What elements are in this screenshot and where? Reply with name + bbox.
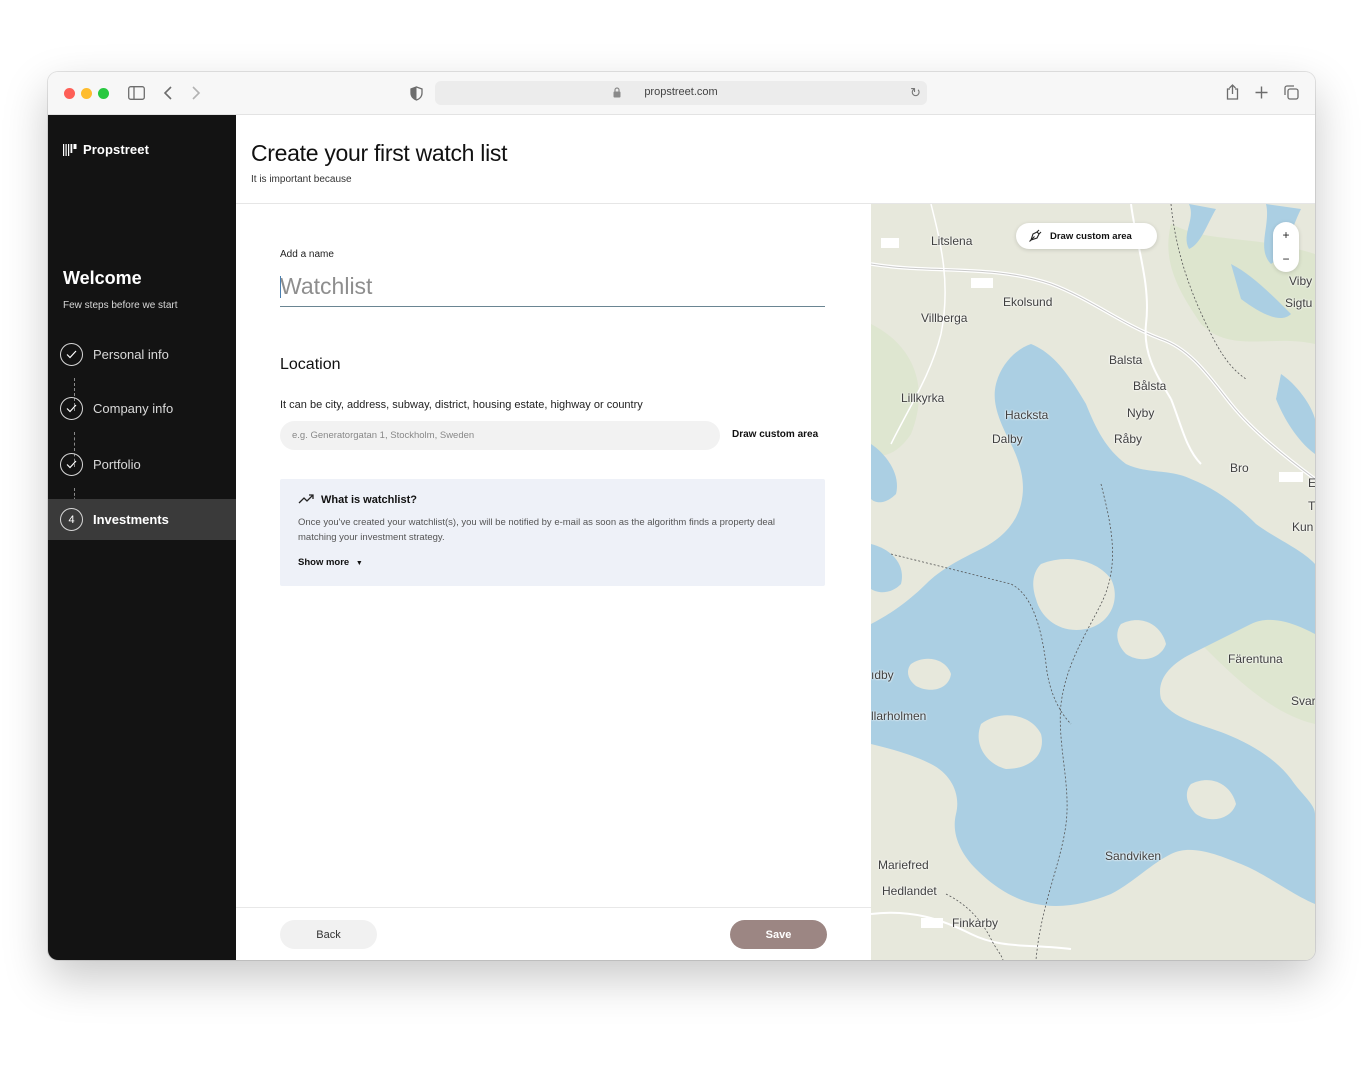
map-place-label: Svar xyxy=(1291,694,1315,708)
check-icon xyxy=(60,343,83,366)
page-subtitle: It is important because xyxy=(251,174,352,185)
step-number: 4 xyxy=(60,508,83,531)
zoom-out-button[interactable]: − xyxy=(1273,252,1299,266)
map-place-label: Hedlandet xyxy=(882,884,937,898)
step-company-info[interactable]: Company info xyxy=(48,388,236,429)
map-draw-custom-area-button[interactable]: Draw custom area xyxy=(1016,223,1157,249)
location-title: Location xyxy=(280,356,341,373)
map-place-label: Färentuna xyxy=(1228,652,1283,666)
map-place-label: T xyxy=(1308,499,1315,513)
close-window-button[interactable] xyxy=(64,88,75,99)
map-place-label: llarholmen xyxy=(871,709,927,723)
share-icon[interactable] xyxy=(1226,84,1239,100)
watchlist-form: Add a name Location It can be city, addr… xyxy=(236,204,871,960)
map-place-label: Råby xyxy=(1114,432,1143,446)
location-search-input[interactable] xyxy=(280,421,720,450)
map-place-label: Bålsta xyxy=(1133,379,1167,393)
map-place-label: Bro xyxy=(1230,461,1249,475)
save-button[interactable]: Save xyxy=(730,920,827,949)
browser-toolbar: propstreet.com ↻ xyxy=(48,72,1315,115)
welcome-subtitle: Few steps before we start xyxy=(63,300,178,311)
watchlist-info-box: What is watchlist? Once you've created y… xyxy=(280,479,825,586)
back-arrow-icon[interactable] xyxy=(163,86,173,100)
map-place-label: Balsta xyxy=(1109,353,1143,367)
pen-tool-icon xyxy=(1029,229,1042,242)
form-footer: Back Save xyxy=(236,907,871,960)
brand-name: Propstreet xyxy=(83,142,150,157)
watchlist-name-input[interactable] xyxy=(280,267,825,307)
step-label: Investments xyxy=(93,512,169,527)
reload-icon[interactable]: ↻ xyxy=(910,85,921,101)
new-tab-icon[interactable] xyxy=(1255,86,1268,99)
map-place-label: Hacksta xyxy=(1005,408,1049,422)
name-label: Add a name xyxy=(280,249,334,260)
map-place-label: Mariefred xyxy=(878,858,929,872)
check-icon xyxy=(60,397,83,420)
show-more-label: Show more xyxy=(298,557,350,568)
map-place-label: Dalby xyxy=(992,432,1023,446)
tab-overview-icon[interactable] xyxy=(1284,85,1299,100)
url-text: propstreet.com xyxy=(644,86,718,98)
map-place-label: Sigtu xyxy=(1285,296,1313,310)
step-label: Personal info xyxy=(93,347,169,362)
map-place-label: Ekolsund xyxy=(1003,295,1053,309)
browser-window: propstreet.com ↻ Propstreet Welcome Few … xyxy=(48,72,1315,960)
map-place-label: Nyby xyxy=(1127,406,1155,420)
draw-custom-area-link[interactable]: Draw custom area xyxy=(732,429,818,440)
step-label: Portfolio xyxy=(93,457,141,472)
privacy-shield-icon[interactable] xyxy=(410,86,423,101)
back-button[interactable]: Back xyxy=(280,920,377,949)
minimize-window-button[interactable] xyxy=(81,88,92,99)
map-place-label: E xyxy=(1308,476,1315,490)
onboarding-sidebar: Propstreet Welcome Few steps before we s… xyxy=(48,115,236,960)
info-body: Once you've created your watchlist(s), y… xyxy=(298,517,776,543)
step-investments[interactable]: 4 Investments xyxy=(48,499,236,540)
welcome-title: Welcome xyxy=(63,268,142,288)
check-icon xyxy=(60,453,83,476)
zoom-in-button[interactable]: + xyxy=(1273,228,1299,242)
zoom-window-button[interactable] xyxy=(98,88,109,99)
propstreet-logo-icon xyxy=(63,143,77,156)
trending-up-icon xyxy=(298,494,314,504)
address-bar[interactable]: propstreet.com ↻ xyxy=(435,81,927,105)
map-draw-label: Draw custom area xyxy=(1050,230,1132,242)
brand-logo[interactable]: Propstreet xyxy=(63,142,149,157)
location-help-text: It can be city, address, subway, distric… xyxy=(280,399,643,411)
map-place-label: Villberga xyxy=(921,311,968,325)
map-place-label: Litslena xyxy=(931,234,973,248)
info-title: What is watchlist? xyxy=(321,494,417,506)
caret-down-icon: ▼ xyxy=(355,560,363,567)
map-place-label: Sandviken xyxy=(1105,849,1162,863)
map-view[interactable]: Litslena Ekolsund Villberga Viby Sigtu B… xyxy=(871,204,1315,960)
page-header: Create your first watch list It is impor… xyxy=(236,115,1315,204)
step-personal-info[interactable]: Personal info xyxy=(48,334,236,375)
map-zoom-control: + − xyxy=(1273,222,1299,272)
step-label: Company info xyxy=(93,401,174,416)
show-more-toggle[interactable]: Show more ▼ xyxy=(298,557,363,568)
map-place-label: ıdby xyxy=(871,668,894,682)
sidebar-toggle-icon[interactable] xyxy=(128,86,145,100)
page-title: Create your first watch list xyxy=(251,140,508,166)
step-portfolio[interactable]: Portfolio xyxy=(48,444,236,485)
text-caret xyxy=(280,276,281,298)
map-place-label: Lillkyrka xyxy=(901,391,945,405)
map-place-label: Finkarby xyxy=(952,916,999,930)
map-place-label: Viby xyxy=(1289,274,1313,288)
forward-arrow-icon[interactable] xyxy=(191,86,201,100)
map-place-label: Kun xyxy=(1292,520,1314,534)
